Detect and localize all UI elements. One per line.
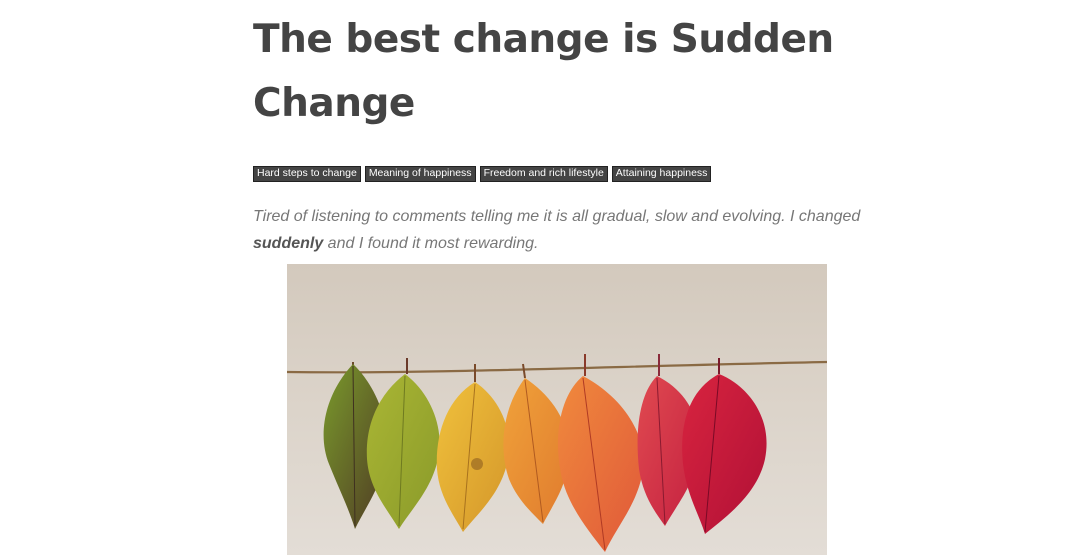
tag-list: Hard steps to change Meaning of happines… <box>253 166 863 182</box>
lead-text-end: and I found it most rewarding. <box>323 235 539 252</box>
tag-freedom-and-rich-lifestyle[interactable]: Freedom and rich lifestyle <box>479 166 608 182</box>
leaves-on-string-photo <box>287 264 827 555</box>
article-title: The best change is Sudden Change <box>253 17 834 126</box>
tag-hard-steps-to-change[interactable]: Hard steps to change <box>253 166 361 182</box>
article-lead: Tired of listening to comments telling m… <box>253 203 863 257</box>
article-image <box>287 264 827 555</box>
lead-emphasis: suddenly <box>253 235 324 252</box>
lead-text-start: Tired of listening to comments telling m… <box>253 208 861 225</box>
tag-attaining-happiness[interactable]: Attaining happiness <box>611 166 712 182</box>
article: The best change is Sudden Change Hard st… <box>253 0 863 257</box>
tag-meaning-of-happiness[interactable]: Meaning of happiness <box>364 166 476 182</box>
